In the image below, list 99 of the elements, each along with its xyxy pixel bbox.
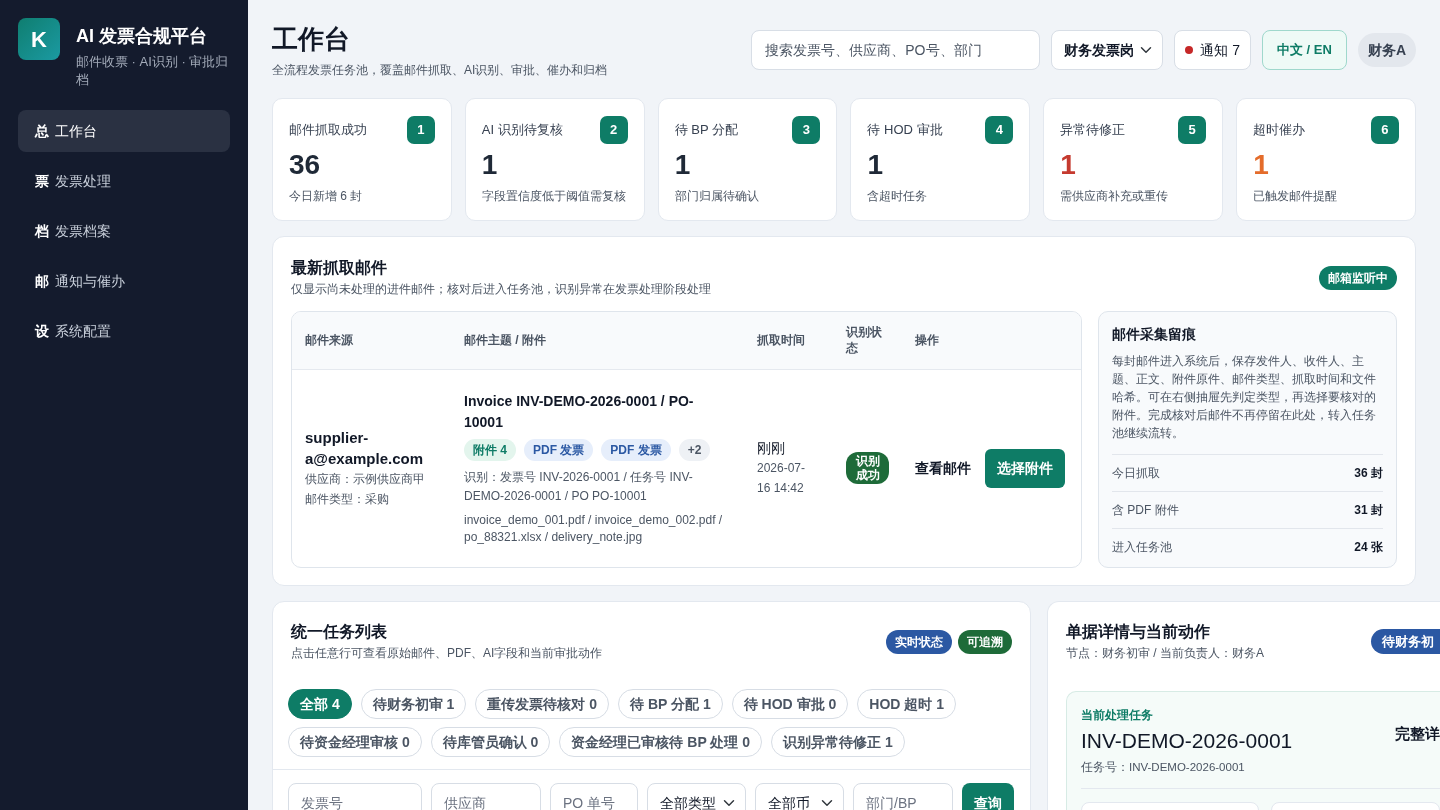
stat-label: 异常待修正 <box>1060 121 1126 140</box>
full-details-link[interactable]: 完整详 <box>1395 723 1440 746</box>
stat-caption: 部门归属待确认 <box>674 188 760 205</box>
invoice-number: INV-DEMO-2026-0001 <box>1081 728 1293 754</box>
recognition-text: 识别：发票号 INV-2026-0001 / 任务号 INV-DEMO-2026-0001 / PO PO-10001 <box>464 468 694 505</box>
filter-select[interactable]: 全部币 <box>755 783 844 810</box>
attachment-tag: +2 <box>678 438 711 461</box>
stat-caption: 含超时任务 <box>867 188 929 205</box>
filter-chip[interactable]: 待财务初审 1 <box>360 689 467 719</box>
search-field[interactable]: 搜索发票号、供应商、PO号、部门 <box>751 30 1041 70</box>
stat-value: 36 <box>289 148 322 182</box>
section-subtitle: 点击任意行可查看原始邮件、PDF、AI字段和当前审批动作 <box>291 645 603 662</box>
stat-caption: 字段置信度低于阈值需复核 <box>481 188 627 205</box>
attachment-tag: PDF 发票 <box>524 438 594 461</box>
filter-input[interactable]: PO 单号 <box>550 783 638 810</box>
role-select[interactable]: 财务发票岗 <box>1051 30 1164 70</box>
filter-chip[interactable]: 待 HOD 审批 0 <box>731 689 849 719</box>
current-task-label: 当前处理任务 <box>1081 707 1154 723</box>
fetch-timestamp: 2026-07-16 14:42 <box>757 460 807 498</box>
stat-value: 31 封 <box>1354 502 1383 519</box>
select-attachment-button[interactable]: 选择附件 <box>985 448 1065 488</box>
filter-input[interactable]: 部门/BP <box>853 783 953 810</box>
attachment-files: invoice_demo_001.pdf / invoice_demo_002.pdf / po_88321.xlsx / delivery_note.jpg <box>464 511 724 546</box>
stat-value: 1 <box>1060 148 1077 182</box>
trace-title: 邮件采集留痕 <box>1112 325 1197 344</box>
step-number: 3 <box>792 116 821 144</box>
section-subtitle: 节点：财务初审 / 当前负责人：财务A <box>1066 645 1264 662</box>
fetch-time: 刚刚 <box>757 439 786 459</box>
mail-type: 邮件类型：采购 <box>305 491 390 509</box>
attachment-tag: 附件 4 <box>464 438 516 461</box>
stat-label: 超时催办 <box>1253 121 1306 140</box>
filter-chip[interactable]: 全部 4 <box>288 689 352 719</box>
user-menu[interactable]: 财务A <box>1357 33 1416 67</box>
supplier-name: 供应商：示例供应商甲 <box>305 471 426 489</box>
sidebar-item[interactable]: 档 发票档案 <box>18 210 230 252</box>
section-title: 单据详情与当前动作 <box>1066 622 1211 642</box>
sender-email: supplier-a@example.com <box>305 428 424 470</box>
mail-subject: Invoice INV-DEMO-2026-0001 / PO-10001 <box>464 391 695 432</box>
view-mail-link[interactable]: 查看邮件 <box>915 457 971 479</box>
column-header: 抓取时间 <box>744 312 833 369</box>
stat-caption: 今日新增 6 封 <box>289 188 364 205</box>
step-number: 2 <box>599 116 628 144</box>
app-title: AI 发票合规平台 <box>76 25 208 48</box>
section-title: 统一任务列表 <box>291 622 388 642</box>
query-button[interactable]: 查询 <box>962 783 1014 810</box>
status-dot-icon <box>1185 46 1194 54</box>
filter-input[interactable]: 供应商 <box>431 783 541 810</box>
status-tag: 邮箱监听中 <box>1319 265 1397 290</box>
status-tag: 待财务初 <box>1371 629 1440 654</box>
step-number: 1 <box>406 116 435 144</box>
step-number: 4 <box>985 116 1014 144</box>
stat-label: 进入任务池 <box>1112 539 1172 556</box>
sidebar-item[interactable]: 设 系统配置 <box>18 310 230 352</box>
status-tag: 实时状态 <box>886 629 952 654</box>
stat-label: 待 BP 分配 <box>674 121 738 140</box>
page-subtitle: 全流程发票任务池，覆盖邮件抓取、AI识别、审批、催办和归档 <box>272 62 608 79</box>
stat-value: 36 封 <box>1354 465 1383 482</box>
column-header: 操作 <box>902 312 1081 369</box>
notifications-button[interactable]: 通知 7 <box>1174 30 1251 70</box>
stat-value: 1 <box>867 148 885 182</box>
app-subtitle: 邮件收票 · AI识别 · 审批归档 <box>76 53 230 89</box>
recognition-status: 识别成功 <box>846 452 889 484</box>
step-number: 5 <box>1178 116 1207 144</box>
sidebar-item[interactable]: 票 发票处理 <box>18 160 230 202</box>
stat-caption: 已触发邮件提醒 <box>1253 188 1339 205</box>
filter-input[interactable]: 发票号 <box>288 783 422 810</box>
language-button[interactable]: 中文 / EN <box>1261 30 1347 70</box>
stat-value: 24 张 <box>1354 539 1383 556</box>
step-number: 6 <box>1371 116 1399 144</box>
logo-badge: K <box>18 18 60 60</box>
stat-label: 含 PDF 附件 <box>1112 502 1179 519</box>
status-tag: 可追溯 <box>958 629 1012 654</box>
filter-chip[interactable]: 待库管员确认 0 <box>430 727 551 757</box>
section-subtitle: 仅显示尚未处理的进件邮件；核对后进入任务池，识别异常在发票处理阶段处理 <box>291 281 711 298</box>
stat-value: 1 <box>1253 148 1270 182</box>
stat-value: 1 <box>481 148 499 182</box>
column-header: 邮件主题 / 附件 <box>451 312 744 369</box>
filter-select[interactable]: 全部类型 <box>647 783 746 810</box>
filter-chip[interactable]: HOD 超时 1 <box>857 689 956 719</box>
sidebar-item[interactable]: 总 工作台 <box>18 110 230 152</box>
attachment-tag: PDF 发票 <box>601 438 671 461</box>
filter-chip[interactable]: 待 BP 分配 1 <box>618 689 723 719</box>
filter-chip[interactable]: 重传发票待核对 0 <box>475 689 610 719</box>
filter-chip[interactable]: 待资金经理审核 0 <box>288 727 422 757</box>
trace-description: 每封邮件进入系统后，保存发件人、收件人、主题、正文、附件原件、邮件类型、抓取时间和文件哈希。可在右侧抽屉先判定类型，再选择要核对的附件。完成核对后邮件不再停留在此处，转入任务池继续流转。 <box>1112 353 1377 442</box>
task-number: 任务号：INV-DEMO-2026-0001 <box>1081 760 1246 775</box>
stat-label: 今日抓取 <box>1112 465 1160 482</box>
filter-chip[interactable]: 资金经理已审核待 BP 处理 0 <box>559 727 763 757</box>
section-title: 最新抓取邮件 <box>291 258 388 278</box>
column-header: 识别状态 <box>833 312 902 369</box>
stat-label: AI 识别待复核 <box>481 121 563 140</box>
page-title: 工作台 <box>272 23 351 56</box>
stat-label: 待 HOD 审批 <box>867 121 943 140</box>
stat-label: 邮件抓取成功 <box>289 121 367 140</box>
column-header: 邮件来源 <box>292 312 451 369</box>
stat-caption: 需供应商补充或重传 <box>1060 188 1170 205</box>
filter-chip[interactable]: 识别异常待修正 1 <box>771 727 905 757</box>
sidebar-item[interactable]: 邮 通知与催办 <box>18 260 230 302</box>
stat-value: 1 <box>674 148 692 182</box>
